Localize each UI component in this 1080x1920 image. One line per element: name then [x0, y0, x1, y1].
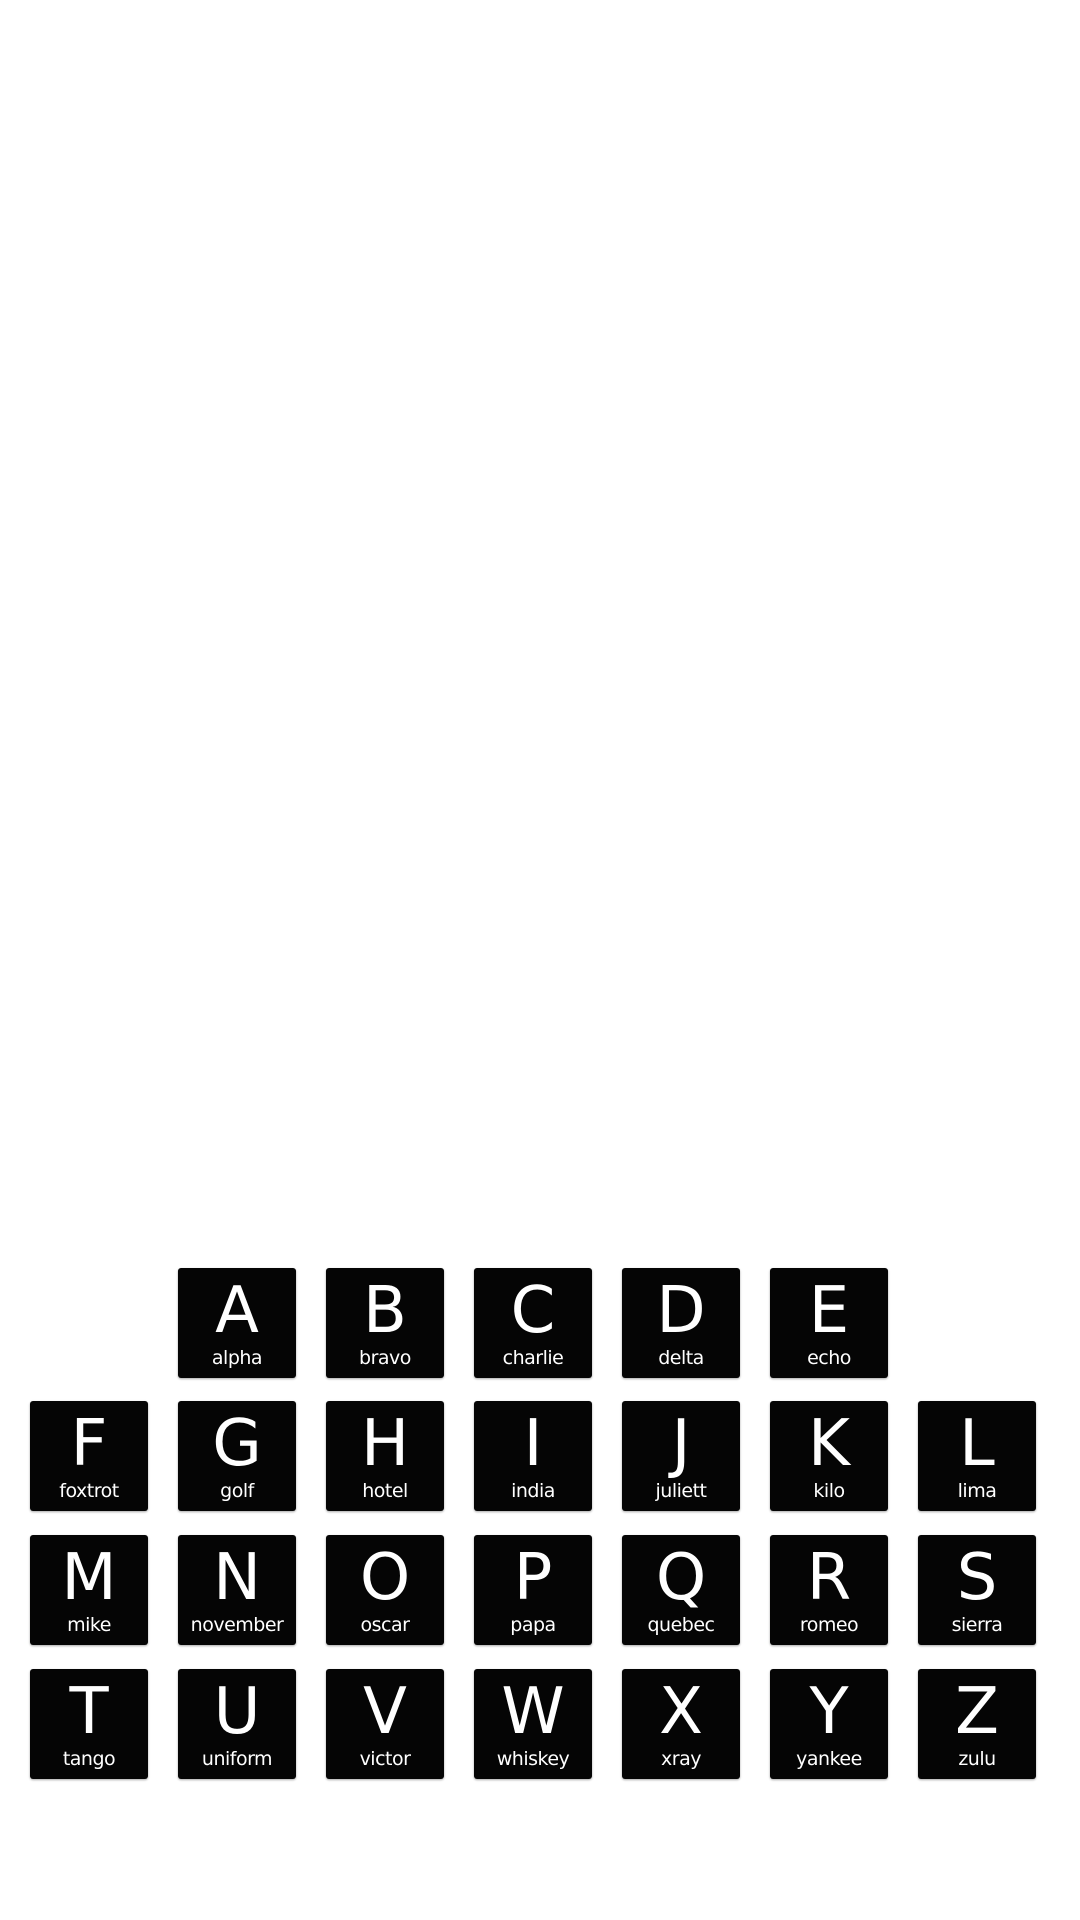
tile-letter: R: [806, 1541, 852, 1615]
tile-word: echo: [807, 1347, 851, 1369]
tile-letter: X: [659, 1675, 703, 1749]
tile-letter: E: [808, 1274, 850, 1348]
tile-word: lima: [957, 1480, 997, 1502]
tile-letter: L: [959, 1407, 995, 1481]
tile-word: sierra: [951, 1614, 1003, 1636]
tile-letter: A: [215, 1274, 259, 1348]
tile-word: mike: [67, 1614, 111, 1636]
tile-x: Xxray: [622, 1669, 740, 1779]
tile-letter: B: [363, 1274, 407, 1348]
tile-letter: C: [510, 1274, 556, 1348]
tile-letter: Z: [955, 1675, 999, 1749]
tile-word: golf: [220, 1480, 254, 1502]
tile-w: Wwhiskey: [474, 1669, 592, 1779]
tile-i: Iindia: [474, 1401, 592, 1511]
tile-t: Ttango: [30, 1669, 148, 1779]
tile-word: bravo: [359, 1347, 411, 1369]
tile-word: juliett: [655, 1480, 707, 1502]
tile-s: Ssierra: [918, 1535, 1036, 1645]
tile-letter: U: [213, 1675, 261, 1749]
tile-word: romeo: [799, 1614, 859, 1636]
tile-letter: T: [69, 1675, 109, 1749]
tile-letter: D: [656, 1274, 706, 1348]
tile-b: Bbravo: [326, 1268, 444, 1378]
tile-n: Nnovember: [178, 1535, 296, 1645]
tile-word: yankee: [796, 1748, 862, 1770]
tile-p: Ppapa: [474, 1535, 592, 1645]
tile-letter: H: [360, 1407, 410, 1481]
tile-word: xray: [661, 1748, 701, 1770]
tile-letter: M: [61, 1541, 117, 1615]
tile-d: Ddelta: [622, 1268, 740, 1378]
tile-letter: S: [956, 1541, 998, 1615]
tile-l: Llima: [918, 1401, 1036, 1511]
tile-letter: K: [808, 1407, 850, 1481]
tile-letter: F: [70, 1407, 108, 1481]
tile-word: uniform: [201, 1748, 273, 1770]
tile-v: Vvictor: [326, 1669, 444, 1779]
tile-word: charlie: [502, 1347, 564, 1369]
tile-q: Qquebec: [622, 1535, 740, 1645]
tile-c: Ccharlie: [474, 1268, 592, 1378]
tile-word: victor: [359, 1748, 411, 1770]
tile-word: november: [190, 1614, 284, 1636]
tile-g: Ggolf: [178, 1401, 296, 1511]
tile-letter: Q: [655, 1541, 707, 1615]
tile-word: hotel: [362, 1480, 408, 1502]
tile-letter: V: [363, 1675, 407, 1749]
tile-f: Ffoxtrot: [30, 1401, 148, 1511]
tile-letter: Y: [809, 1675, 849, 1749]
tile-word: papa: [510, 1614, 556, 1636]
tile-y: Yyankee: [770, 1669, 888, 1779]
tile-letter: W: [501, 1675, 565, 1749]
tile-word: kilo: [813, 1480, 845, 1502]
tile-word: delta: [658, 1347, 704, 1369]
tile-j: Jjuliett: [622, 1401, 740, 1511]
tile-k: Kkilo: [770, 1401, 888, 1511]
tile-word: oscar: [360, 1614, 410, 1636]
tile-word: alpha: [211, 1347, 263, 1369]
tile-m: Mmike: [30, 1535, 148, 1645]
tile-letter: J: [671, 1407, 691, 1481]
tile-h: Hhotel: [326, 1401, 444, 1511]
tile-letter: G: [212, 1407, 262, 1481]
tile-letter: P: [513, 1541, 553, 1615]
phonetic-alphabet-board: Aalpha Bbravo Ccharlie Ddelta Eecho Ffoxtrot G…: [0, 0, 1080, 1920]
tile-letter: I: [523, 1407, 543, 1481]
tile-word: tango: [62, 1748, 116, 1770]
tile-r: Rromeo: [770, 1535, 888, 1645]
tile-word: quebec: [647, 1614, 716, 1636]
tile-letter: N: [213, 1541, 261, 1615]
tile-u: Uuniform: [178, 1669, 296, 1779]
tile-z: Zzulu: [918, 1669, 1036, 1779]
tile-word: foxtrot: [59, 1480, 119, 1502]
tile-a: Aalpha: [178, 1268, 296, 1378]
tile-o: Ooscar: [326, 1535, 444, 1645]
tile-letter: O: [359, 1541, 411, 1615]
tile-word: zulu: [958, 1748, 996, 1770]
tile-e: Eecho: [770, 1268, 888, 1378]
tile-word: whiskey: [496, 1748, 570, 1770]
tile-word: india: [511, 1480, 555, 1502]
